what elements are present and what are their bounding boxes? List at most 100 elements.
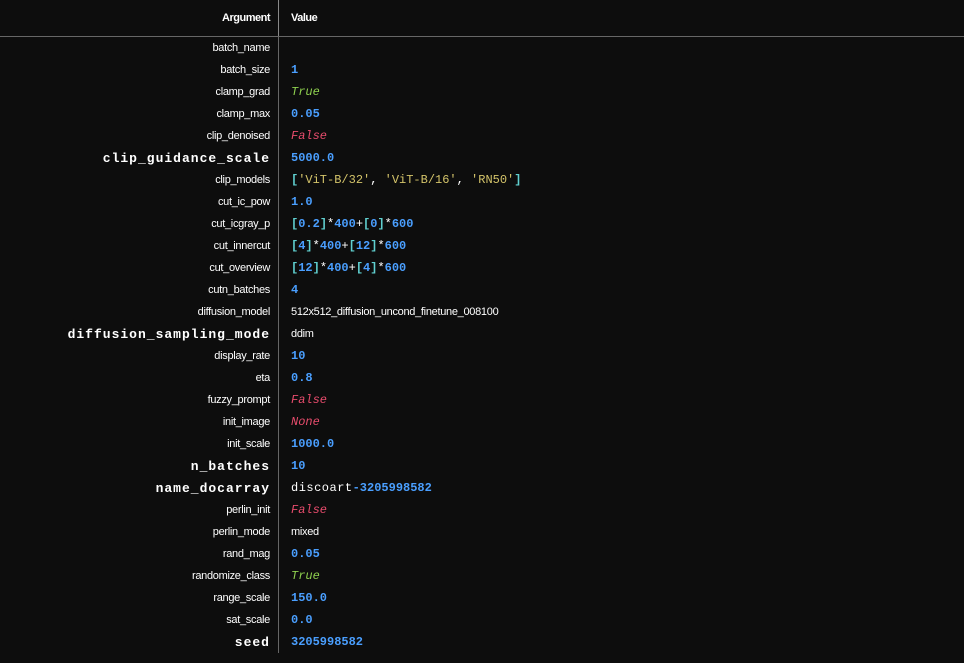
- table-row: clamp_max0.05: [0, 103, 964, 125]
- value-segment: True: [291, 569, 320, 583]
- value-cell: mixed: [279, 525, 319, 539]
- value-cell: 1.0: [279, 195, 313, 209]
- argument-label: eta: [0, 372, 278, 384]
- arguments-table: Argument Value batch_namebatch_size1clam…: [0, 0, 964, 653]
- value-segment: ,: [370, 173, 384, 187]
- table-row: n_batches 10: [0, 455, 964, 477]
- row-separator: [278, 37, 279, 59]
- argument-label: clamp_grad: [0, 86, 278, 98]
- value-cell: True: [279, 569, 320, 583]
- argument-label: cut_innercut: [0, 240, 278, 252]
- value-cell: 512x512_diffusion_uncond_finetune_008100: [279, 305, 498, 319]
- table-row: sat_scale0.0: [0, 609, 964, 631]
- argument-label: range_scale: [0, 592, 278, 604]
- value-segment: True: [291, 85, 320, 99]
- value-cell: 0.8: [279, 371, 313, 385]
- argument-label: clip_guidance_scale: [0, 151, 278, 166]
- value-segment: *: [377, 261, 384, 275]
- value-cell: False: [279, 393, 327, 407]
- table-row: randomize_class True: [0, 565, 964, 587]
- value-segment: ddim: [291, 328, 314, 340]
- value-segment: None: [291, 415, 320, 429]
- value-segment: 'ViT-B/16': [385, 173, 457, 187]
- argument-label: init_scale: [0, 438, 278, 450]
- table-row: display_rate10: [0, 345, 964, 367]
- value-segment: 400: [334, 217, 356, 231]
- value-segment: ]: [313, 261, 320, 275]
- value-segment: ]: [305, 239, 312, 253]
- table-row: cutn_batches4: [0, 279, 964, 301]
- value-segment: *: [385, 217, 392, 231]
- table-row: cut_overview[12]*400+[4]*600: [0, 257, 964, 279]
- header-argument: Argument: [0, 12, 278, 24]
- header-value: Value: [279, 12, 317, 24]
- value-segment: 400: [327, 261, 349, 275]
- value-segment: 3205998582: [291, 635, 363, 649]
- value-segment: 10: [291, 459, 305, 473]
- value-segment: [: [349, 239, 356, 253]
- table-row: cut_ic_pow 1.0: [0, 191, 964, 213]
- argument-label: seed: [0, 635, 278, 650]
- rows-container: batch_namebatch_size1clamp_gradTrueclamp…: [0, 37, 964, 653]
- table-row: rand_mag0.05: [0, 543, 964, 565]
- value-cell: discoart-3205998582: [279, 481, 432, 495]
- value-segment: 12: [298, 261, 312, 275]
- argument-label: init_image: [0, 416, 278, 428]
- value-segment: 0.0: [291, 613, 313, 627]
- value-cell: None: [279, 415, 320, 429]
- value-segment: +: [356, 217, 363, 231]
- value-cell: 0.0: [279, 613, 313, 627]
- argument-label: batch_name: [0, 42, 278, 54]
- value-cell: 0.05: [279, 107, 320, 121]
- value-segment: *: [313, 239, 320, 253]
- table-row: init_image None: [0, 411, 964, 433]
- value-segment: False: [291, 129, 327, 143]
- value-cell: 4: [279, 283, 298, 297]
- value-segment: ]: [377, 217, 384, 231]
- value-segment: 'RN50': [471, 173, 514, 187]
- table-row: cut_icgray_p[0.2]*400+[0]*600: [0, 213, 964, 235]
- value-segment: 1.0: [291, 195, 313, 209]
- argument-label: diffusion_sampling_mode: [0, 327, 278, 342]
- value-cell: False: [279, 503, 327, 517]
- value-segment: +: [349, 261, 356, 275]
- value-cell: ['ViT-B/32', 'ViT-B/16', 'RN50']: [279, 173, 521, 187]
- table-row: seed 3205998582: [0, 631, 964, 653]
- value-segment: [: [356, 261, 363, 275]
- argument-label: perlin_mode: [0, 526, 278, 538]
- table-row: clip_models['ViT-B/32', 'ViT-B/16', 'RN5…: [0, 169, 964, 191]
- value-segment: -3205998582: [353, 481, 432, 495]
- table-row: diffusion_sampling_mode ddim: [0, 323, 964, 345]
- argument-label: rand_mag: [0, 548, 278, 560]
- value-cell: 3205998582: [279, 635, 363, 649]
- argument-label: cut_ic_pow: [0, 196, 278, 208]
- value-segment: 600: [385, 261, 407, 275]
- value-cell: 10: [279, 349, 305, 363]
- argument-label: clip_models: [0, 174, 278, 186]
- value-cell: 10: [279, 459, 305, 473]
- value-segment: 'ViT-B/32': [298, 173, 370, 187]
- table-row: name_docarraydiscoart-3205998582: [0, 477, 964, 499]
- table-row: batch_name: [0, 37, 964, 59]
- table-row: perlin_mode mixed: [0, 521, 964, 543]
- value-cell: 5000.0: [279, 151, 334, 165]
- value-segment: 4: [291, 283, 298, 297]
- value-segment: mixed: [291, 526, 319, 538]
- value-segment: 400: [320, 239, 342, 253]
- value-segment: +: [341, 239, 348, 253]
- value-segment: 0.8: [291, 371, 313, 385]
- value-segment: 600: [385, 239, 407, 253]
- argument-label: clip_denoised: [0, 130, 278, 142]
- argument-label: cut_overview: [0, 262, 278, 274]
- argument-label: name_docarray: [0, 481, 278, 496]
- argument-label: batch_size: [0, 64, 278, 76]
- table-row: clamp_grad True: [0, 81, 964, 103]
- value-segment: 600: [392, 217, 414, 231]
- argument-label: randomize_class: [0, 570, 278, 582]
- value-segment: 0.05: [291, 107, 320, 121]
- value-cell: 1: [279, 63, 298, 77]
- argument-label: n_batches: [0, 459, 278, 474]
- value-cell: [0.2]*400+[0]*600: [279, 217, 413, 231]
- value-segment: 12: [356, 239, 370, 253]
- argument-label: diffusion_model: [0, 306, 278, 318]
